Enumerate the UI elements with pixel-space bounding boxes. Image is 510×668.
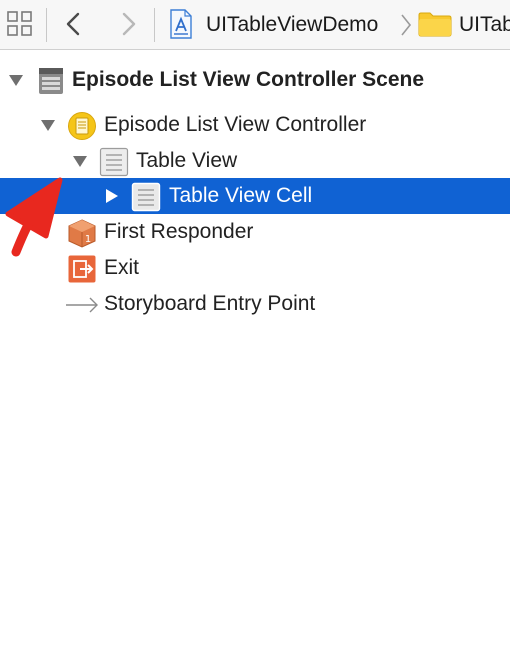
outline-label: Episode List View Controller (104, 113, 367, 136)
toolbar-divider (46, 8, 47, 42)
xcode-project-icon[interactable] (168, 9, 194, 39)
outline-row-view-controller[interactable]: Episode List View Controller (0, 107, 510, 143)
outline-row-storyboard-entry-point[interactable]: Storyboard Entry Point (0, 286, 510, 322)
disclosure-expanded-icon[interactable] (8, 72, 24, 88)
disclosure-expanded-icon[interactable] (72, 153, 88, 169)
svg-text:1: 1 (85, 234, 91, 245)
outline-label: Table View (136, 149, 238, 172)
outline-row-first-responder[interactable]: 1 First Responder (0, 214, 510, 250)
document-outline: Episode List View Controller Scene Episo… (0, 51, 510, 668)
view-controller-icon (67, 111, 97, 141)
outline-label: Storyboard Entry Point (104, 292, 316, 315)
folder-icon[interactable] (418, 11, 452, 37)
jump-bar: UITableViewDemo UITab (0, 0, 510, 50)
related-items-grid-icon[interactable] (6, 10, 34, 38)
outline-row-table-view[interactable]: Table View (0, 143, 510, 179)
outline-label: Table View Cell (169, 184, 313, 207)
breadcrumb-separator-icon (399, 11, 413, 39)
scene-icon (36, 66, 66, 96)
table-view-icon (99, 147, 129, 177)
table-view-cell-icon (131, 182, 161, 212)
outline-label: Exit (104, 256, 140, 279)
outline-row-exit[interactable]: Exit (0, 250, 510, 286)
entry-point-arrow-icon (65, 290, 98, 320)
disclosure-expanded-icon[interactable] (40, 117, 56, 133)
toolbar-divider (154, 8, 155, 42)
disclosure-collapsed-icon[interactable] (104, 188, 120, 204)
outline-label: First Responder (104, 220, 254, 243)
breadcrumb-folder[interactable]: UITab (459, 12, 510, 38)
annotation-arrow-icon (5, 177, 63, 257)
back-chevron-icon[interactable] (58, 9, 88, 39)
outline-row-table-view-cell[interactable]: Table View Cell (0, 178, 510, 214)
outline-label: Episode List View Controller Scene (72, 68, 425, 91)
outline-row-scene[interactable]: Episode List View Controller Scene (0, 62, 510, 98)
forward-chevron-icon[interactable] (114, 9, 144, 39)
breadcrumb-project[interactable]: UITableViewDemo (206, 12, 378, 38)
